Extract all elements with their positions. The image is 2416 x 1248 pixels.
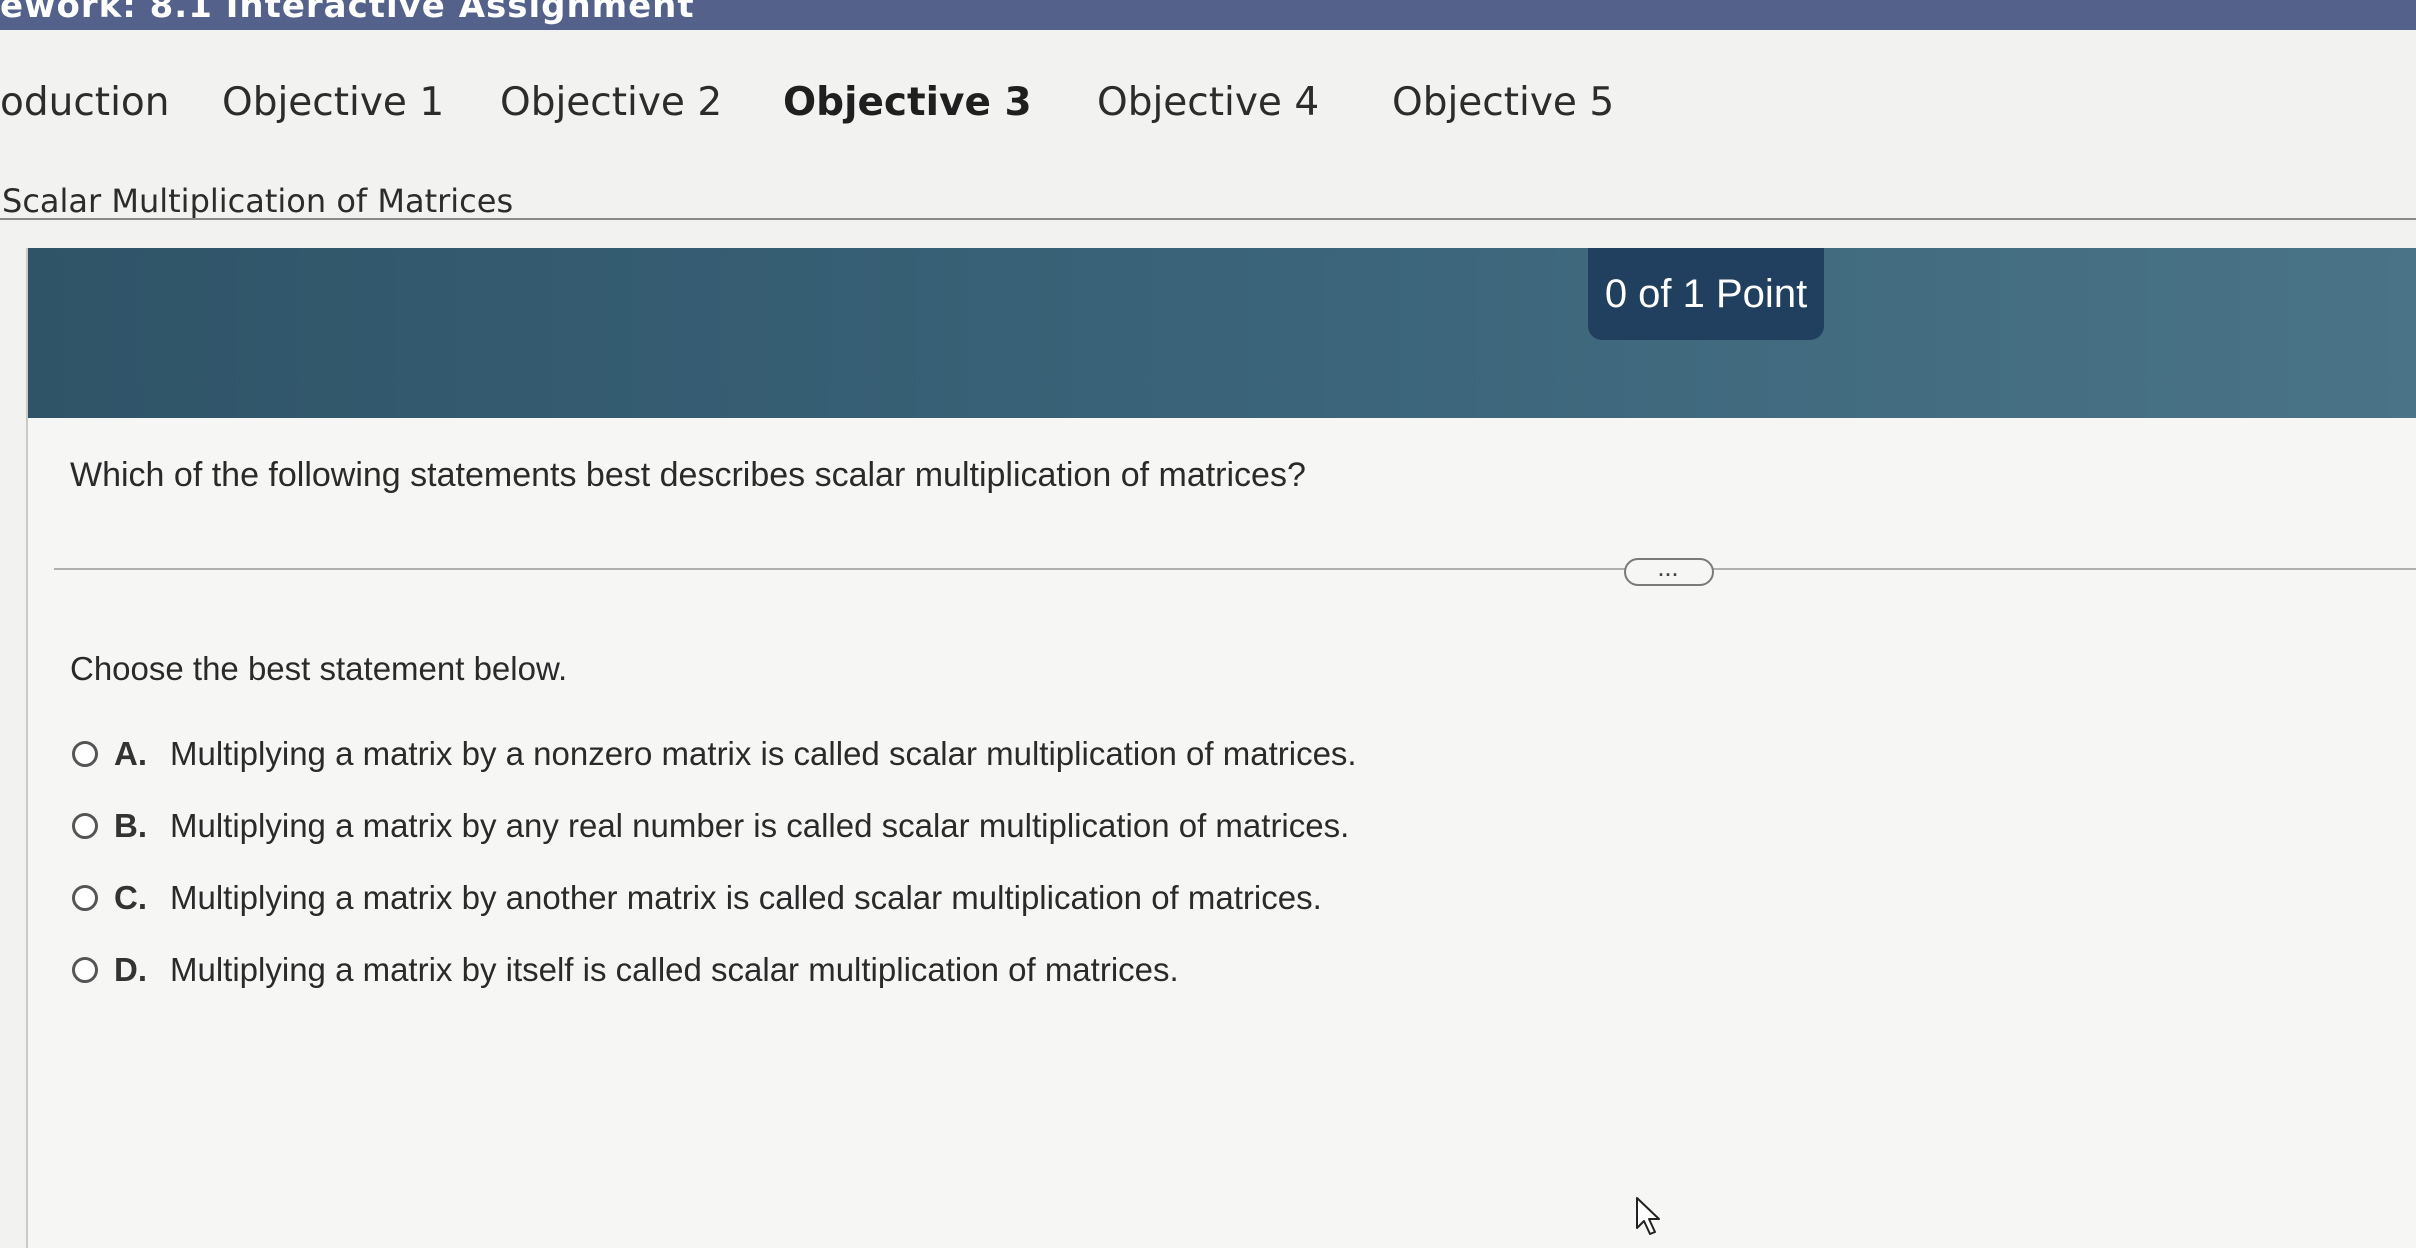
question-banner: 0 of 1 Point [28,248,2416,418]
radio-unselected-icon[interactable] [72,957,98,983]
tab-objective-3[interactable]: Objective 3 [783,80,1032,125]
answer-option-a[interactable]: A. Multiplying a matrix by a nonzero mat… [72,718,1357,790]
tab-objective-5[interactable]: Objective 5 [1392,80,1614,125]
radio-unselected-icon[interactable] [72,885,98,911]
radio-unselected-icon[interactable] [72,741,98,767]
option-text: Multiplying a matrix by any real number … [170,807,1350,844]
score-badge: 0 of 1 Point [1588,248,1824,340]
tab-objective-4[interactable]: Objective 4 [1097,80,1319,125]
section-divider [0,218,2416,220]
option-text: Multiplying a matrix by another matrix i… [170,879,1322,916]
more-options-button[interactable]: ... [1624,558,1714,586]
answer-options: A. Multiplying a matrix by a nonzero mat… [72,718,1357,1006]
question-divider [54,568,2416,570]
question-panel: 0 of 1 Point Which of the following stat… [26,248,2416,1248]
answer-option-d[interactable]: D. Multiplying a matrix by itself is cal… [72,934,1357,1006]
objective-tabs: oduction Objective 1 Objective 2 Objecti… [0,60,2416,140]
tab-introduction[interactable]: oduction [0,80,169,125]
window-title: ework: 8.1 Interactive Assignment [0,0,695,26]
option-letter: C. [114,879,147,916]
answer-prompt: Choose the best statement below. [70,650,568,687]
option-text: Multiplying a matrix by a nonzero matrix… [170,735,1357,772]
question-text: Which of the following statements best d… [70,456,1306,494]
window-title-bar: ework: 8.1 Interactive Assignment [0,0,2416,30]
answer-option-c[interactable]: C. Multiplying a matrix by another matri… [72,862,1357,934]
tab-objective-2[interactable]: Objective 2 [500,80,722,125]
radio-unselected-icon[interactable] [72,813,98,839]
option-text: Multiplying a matrix by itself is called… [170,951,1179,988]
section-title: Scalar Multiplication of Matrices [2,182,514,220]
option-letter: B. [114,807,147,844]
answer-option-b[interactable]: B. Multiplying a matrix by any real numb… [72,790,1357,862]
option-letter: D. [114,951,147,988]
option-letter: A. [114,735,147,772]
tab-objective-1[interactable]: Objective 1 [222,80,444,125]
more-dots-icon: ... [1658,560,1680,580]
mouse-pointer-icon [1636,1197,1660,1235]
